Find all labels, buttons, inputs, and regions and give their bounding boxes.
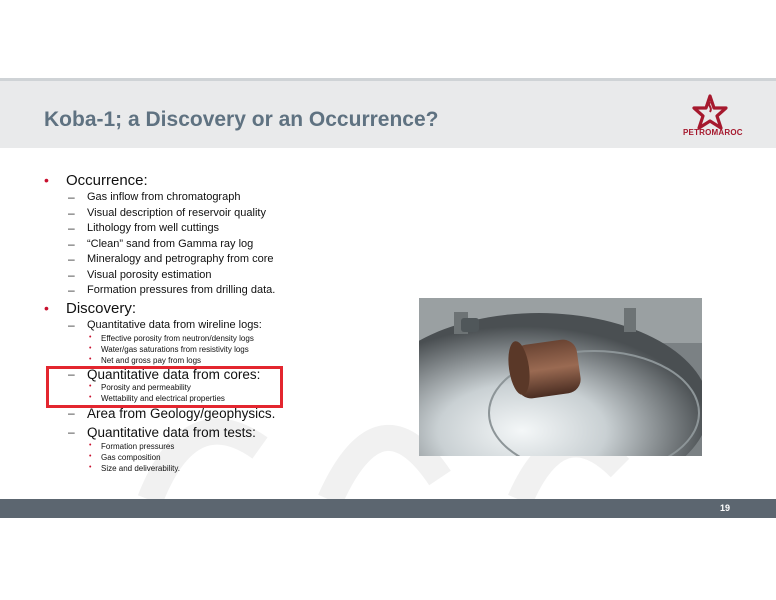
dash: – — [68, 268, 75, 282]
dash: – — [68, 221, 75, 235]
dash: – — [68, 318, 75, 332]
highlight-box — [46, 366, 283, 408]
bullet-dot: • — [44, 172, 49, 188]
occurrence-item: Formation pressures from drilling data. — [87, 284, 276, 296]
tests-item: Formation pressures — [101, 442, 175, 451]
wireline-item: Net and gross pay from logs — [101, 356, 202, 365]
wireline-label: Quantitative data from wireline logs: — [87, 319, 262, 331]
tests-label: Quantitative data from tests: — [87, 425, 256, 440]
bullet-dot: • — [89, 334, 92, 341]
occurrence-item: Gas inflow from chromatograph — [87, 191, 241, 203]
bullet-dot: • — [89, 442, 92, 449]
dash: – — [68, 237, 75, 251]
bullet-dot: • — [89, 464, 92, 471]
dash: – — [68, 425, 75, 439]
tests-item: Gas composition — [101, 453, 161, 462]
bullet-dot: • — [44, 300, 49, 316]
occurrence-heading: Occurrence: — [66, 172, 148, 189]
tests-item: Size and deliverability. — [101, 464, 181, 473]
occurrence-item: Visual description of reservoir quality — [87, 207, 266, 219]
area-label: Area from Geology/geophysics. — [87, 406, 276, 421]
logo-wordmark: PETROMAROC — [683, 128, 743, 137]
slide: Koba-1; a Discovery or an Occurrence? PE… — [0, 0, 776, 600]
dash: – — [68, 406, 75, 420]
dash: – — [68, 206, 75, 220]
dash: – — [68, 190, 75, 204]
occurrence-item: Mineralogy and petrography from core — [87, 253, 274, 265]
bullet-dot: • — [89, 453, 92, 460]
footer-bar — [0, 499, 776, 518]
bullet-dot: • — [89, 356, 92, 363]
slide-title: Koba-1; a Discovery or an Occurrence? — [44, 108, 439, 131]
occurrence-item: Visual porosity estimation — [87, 269, 212, 281]
core-sample-photo — [419, 298, 702, 456]
page-number: 19 — [719, 503, 730, 513]
discovery-heading: Discovery: — [66, 300, 137, 317]
wireline-item: Effective porosity from neutron/density … — [101, 334, 254, 343]
occurrence-item: “Clean” sand from Gamma ray log — [87, 238, 254, 250]
occurrence-item: Lithology from well cuttings — [87, 222, 220, 234]
wireline-item: Water/gas saturations from resistivity l… — [101, 345, 249, 354]
bullet-dot: • — [89, 345, 92, 352]
dash: – — [68, 283, 75, 297]
dash: – — [68, 252, 75, 266]
